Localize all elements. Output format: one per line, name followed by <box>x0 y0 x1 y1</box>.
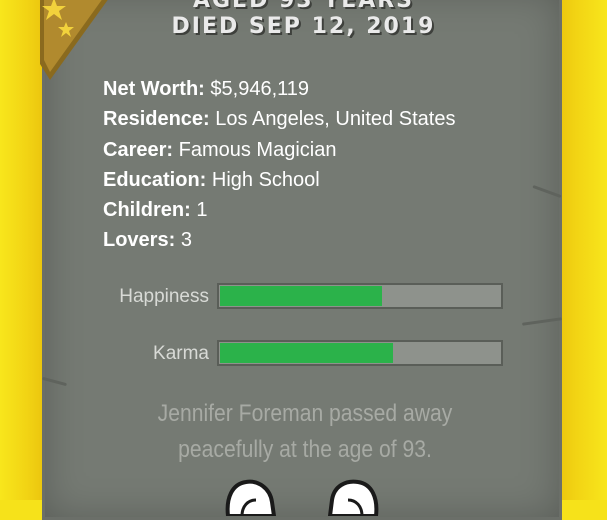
stat-value: Famous Magician <box>178 139 337 161</box>
stat-value: 1 <box>196 199 208 221</box>
stone-crack <box>42 376 67 387</box>
epitaph-line-1: Jennifer Foreman passed away <box>157 400 453 427</box>
stat-value: Los Angeles, United States <box>215 108 456 130</box>
karma-label: Karma <box>153 343 209 364</box>
stat-lovers: Lovers: 3 <box>103 229 192 252</box>
happiness-meter <box>217 283 503 309</box>
epitaph-line-2: peacefully at the age of 93. <box>178 436 432 463</box>
stat-children: Children: 1 <box>103 199 207 222</box>
stone-crack <box>521 317 563 326</box>
stat-value: 3 <box>180 229 192 251</box>
stat-label: Residence: <box>103 108 210 130</box>
stat-career: Career: Famous Magician <box>103 139 336 162</box>
stat-label: Lovers: <box>103 229 176 251</box>
happiness-label: Happiness <box>119 286 209 307</box>
stat-value: High School <box>211 169 320 191</box>
stat-label: Children: <box>103 199 191 221</box>
stat-value: $5,946,119 <box>210 78 310 100</box>
stat-label: Career: <box>103 139 174 161</box>
karma-meter <box>217 340 503 366</box>
karma-fill <box>220 343 393 363</box>
stat-education: Education: High School <box>103 169 320 192</box>
stat-net-worth: Net Worth: $5,946,119 <box>103 78 309 101</box>
happiness-fill <box>220 286 382 306</box>
age-line: AGED 93 YEARS <box>192 0 415 13</box>
stone-crack <box>532 184 562 199</box>
praying-hands-icon <box>327 479 379 516</box>
died-line: DIED SEP 12, 2019 <box>171 14 436 39</box>
praying-hands-icon <box>225 479 277 516</box>
stat-residence: Residence: Los Angeles, United States <box>103 108 455 131</box>
stat-label: Education: <box>103 169 207 191</box>
stat-label: Net Worth: <box>103 78 205 100</box>
